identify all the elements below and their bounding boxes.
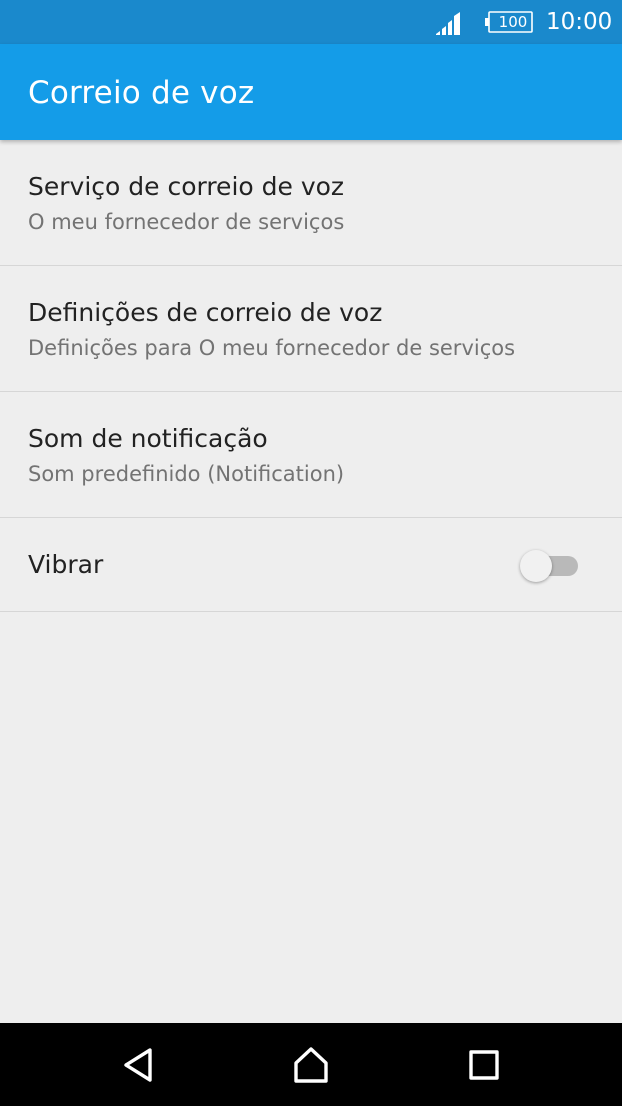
status-clock: 10:00: [546, 9, 613, 35]
pref-voicemail-settings[interactable]: Definições de correio de voz Definições …: [0, 266, 622, 392]
home-icon: [294, 1047, 328, 1083]
toggle-thumb: [520, 550, 552, 582]
signal-icon: [436, 12, 460, 35]
home-button[interactable]: [289, 1043, 333, 1087]
pref-summary: Definições para O meu fornecedor de serv…: [28, 336, 516, 360]
back-button[interactable]: [116, 1043, 160, 1087]
back-icon: [124, 1048, 152, 1082]
pref-title: Vibrar: [28, 550, 104, 579]
pref-summary: O meu fornecedor de serviços: [28, 210, 345, 234]
recents-icon: [469, 1050, 499, 1080]
pref-voicemail-service[interactable]: Serviço de correio de voz O meu forneced…: [0, 140, 622, 266]
battery-level: 100: [498, 13, 528, 31]
pref-vibrate[interactable]: Vibrar: [0, 518, 622, 612]
app-bar: Correio de voz: [0, 44, 622, 140]
status-bar: 100 10:00: [0, 0, 622, 44]
recents-button[interactable]: [462, 1043, 506, 1087]
vibrate-toggle[interactable]: [520, 550, 580, 582]
pref-title: Definições de correio de voz: [28, 298, 383, 327]
pref-title: Som de notificação: [28, 424, 268, 453]
pref-title: Serviço de correio de voz: [28, 172, 345, 201]
pref-summary: Som predefinido (Notification): [28, 462, 345, 486]
pref-notification-sound[interactable]: Som de notificação Som predefinido (Noti…: [0, 392, 622, 518]
navigation-bar: [0, 1023, 622, 1106]
preferences-list: Serviço de correio de voz O meu forneced…: [0, 140, 622, 612]
page-title: Correio de voz: [28, 75, 255, 111]
